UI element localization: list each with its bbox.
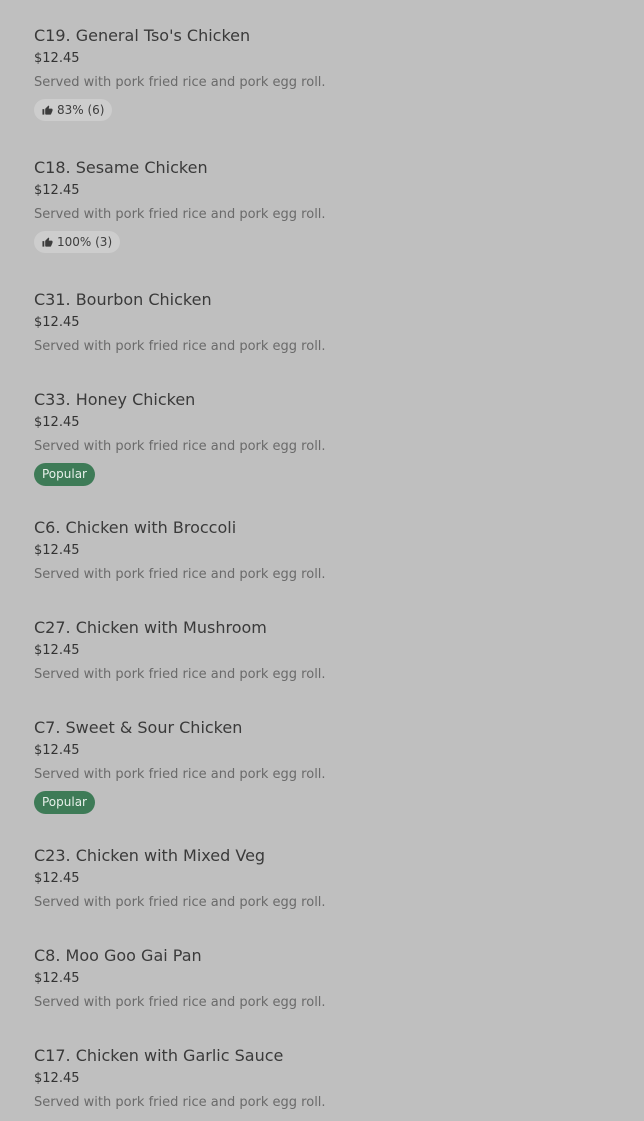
menu-item[interactable]: C19. General Tso's Chicken $12.45 Served… <box>34 26 610 121</box>
menu-item-price: $12.45 <box>34 643 80 658</box>
thumbs-up-icon <box>42 236 53 247</box>
rating-text: 100% (3) <box>57 235 113 249</box>
menu-item-list: C19. General Tso's Chicken $12.45 Served… <box>0 0 644 1121</box>
menu-item-price: $12.45 <box>34 743 80 758</box>
menu-item-name: C33. Honey Chicken <box>34 390 196 409</box>
menu-item[interactable]: C8. Moo Goo Gai Pan $12.45 Served with p… <box>34 946 610 1010</box>
rating-badge: 100% (3) <box>34 231 121 253</box>
menu-item[interactable]: C7. Sweet & Sour Chicken $12.45 Served w… <box>34 718 610 814</box>
menu-item[interactable]: C33. Honey Chicken $12.45 Served with po… <box>34 390 610 486</box>
menu-item-price: $12.45 <box>34 51 80 66</box>
menu-item-name: C31. Bourbon Chicken <box>34 290 212 309</box>
menu-item-name: C17. Chicken with Garlic Sauce <box>34 1046 284 1065</box>
menu-item-description: Served with pork fried rice and pork egg… <box>34 339 326 354</box>
menu-item-price: $12.45 <box>34 543 80 558</box>
menu-item-description: Served with pork fried rice and pork egg… <box>34 75 326 90</box>
thumbs-up-icon <box>42 104 53 115</box>
menu-item-price: $12.45 <box>34 1071 80 1086</box>
popular-badge: Popular <box>34 791 95 814</box>
menu-item-description: Served with pork fried rice and pork egg… <box>34 439 326 454</box>
menu-item-price: $12.45 <box>34 315 80 330</box>
menu-item-name: C7. Sweet & Sour Chicken <box>34 718 243 737</box>
menu-item[interactable]: C17. Chicken with Garlic Sauce $12.45 Se… <box>34 1046 610 1110</box>
menu-item-name: C18. Sesame Chicken <box>34 158 208 177</box>
menu-item-description: Served with pork fried rice and pork egg… <box>34 995 326 1010</box>
menu-item-name: C27. Chicken with Mushroom <box>34 618 267 637</box>
menu-item[interactable]: C23. Chicken with Mixed Veg $12.45 Serve… <box>34 846 610 910</box>
menu-item[interactable]: C31. Bourbon Chicken $12.45 Served with … <box>34 290 610 354</box>
menu-item-description: Served with pork fried rice and pork egg… <box>34 207 326 222</box>
menu-item-price: $12.45 <box>34 415 80 430</box>
menu-item-price: $12.45 <box>34 971 80 986</box>
menu-item-description: Served with pork fried rice and pork egg… <box>34 895 326 910</box>
menu-item[interactable]: C6. Chicken with Broccoli $12.45 Served … <box>34 518 610 582</box>
menu-item-name: C23. Chicken with Mixed Veg <box>34 846 266 865</box>
popular-badge: Popular <box>34 463 95 486</box>
menu-item-description: Served with pork fried rice and pork egg… <box>34 767 326 782</box>
rating-text: 83% (6) <box>57 103 105 117</box>
menu-item-description: Served with pork fried rice and pork egg… <box>34 567 326 582</box>
menu-item-name: C8. Moo Goo Gai Pan <box>34 946 202 965</box>
menu-item-name: C19. General Tso's Chicken <box>34 26 251 45</box>
menu-item-price: $12.45 <box>34 183 80 198</box>
menu-item-description: Served with pork fried rice and pork egg… <box>34 667 326 682</box>
rating-badge: 83% (6) <box>34 99 113 121</box>
menu-item-price: $12.45 <box>34 871 80 886</box>
menu-item[interactable]: C27. Chicken with Mushroom $12.45 Served… <box>34 618 610 682</box>
menu-item[interactable]: C18. Sesame Chicken $12.45 Served with p… <box>34 158 610 253</box>
menu-item-name: C6. Chicken with Broccoli <box>34 518 237 537</box>
menu-item-description: Served with pork fried rice and pork egg… <box>34 1095 326 1110</box>
